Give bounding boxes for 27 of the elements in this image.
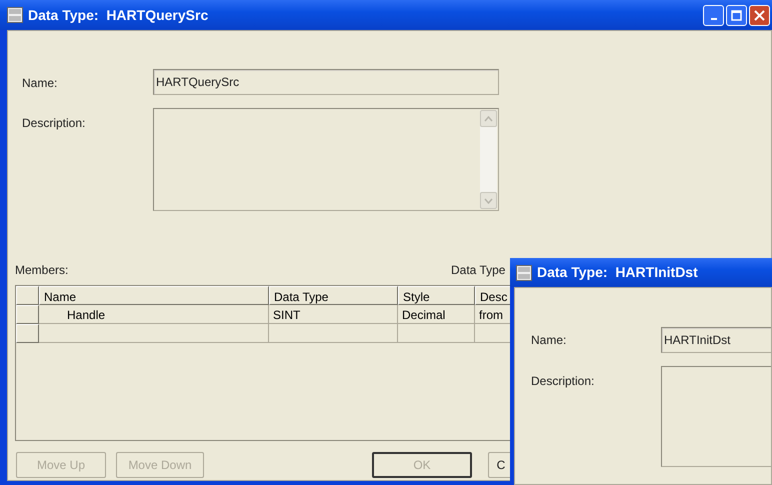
maximize-icon <box>731 10 742 20</box>
minimize-button[interactable] <box>703 4 724 26</box>
maximize-button[interactable] <box>726 4 747 26</box>
field-label: Description: <box>531 373 594 390</box>
field-label: Name: <box>531 332 566 349</box>
minimize-icon <box>710 18 716 20</box>
field-label: Description: <box>22 115 86 132</box>
column-header[interactable]: Style <box>398 286 475 305</box>
column-header[interactable]: Data Type <box>269 286 398 305</box>
row-header[interactable] <box>16 286 39 305</box>
name-field[interactable]: HARTQuerySrc <box>153 69 499 95</box>
row-header[interactable] <box>16 324 39 343</box>
name-field[interactable]: HARTInitDst <box>661 327 771 353</box>
row-header[interactable] <box>16 305 39 324</box>
column-header[interactable]: Name <box>39 286 269 305</box>
table-cell: Handle <box>39 305 269 324</box>
table-cell: SINT <box>269 305 398 324</box>
description-field[interactable] <box>153 108 499 211</box>
close-icon <box>754 10 765 20</box>
section-label: Members: <box>15 262 68 279</box>
description-field[interactable] <box>661 366 771 467</box>
window-title: Data Type: HARTQuerySrc <box>28 6 208 25</box>
window-title: Data Type: HARTInitDst <box>537 263 698 282</box>
close-button[interactable] <box>749 4 770 26</box>
field-label: Data Type <box>451 262 506 279</box>
field-label: Name: <box>22 75 58 92</box>
table-cell: Decimal <box>398 305 475 324</box>
